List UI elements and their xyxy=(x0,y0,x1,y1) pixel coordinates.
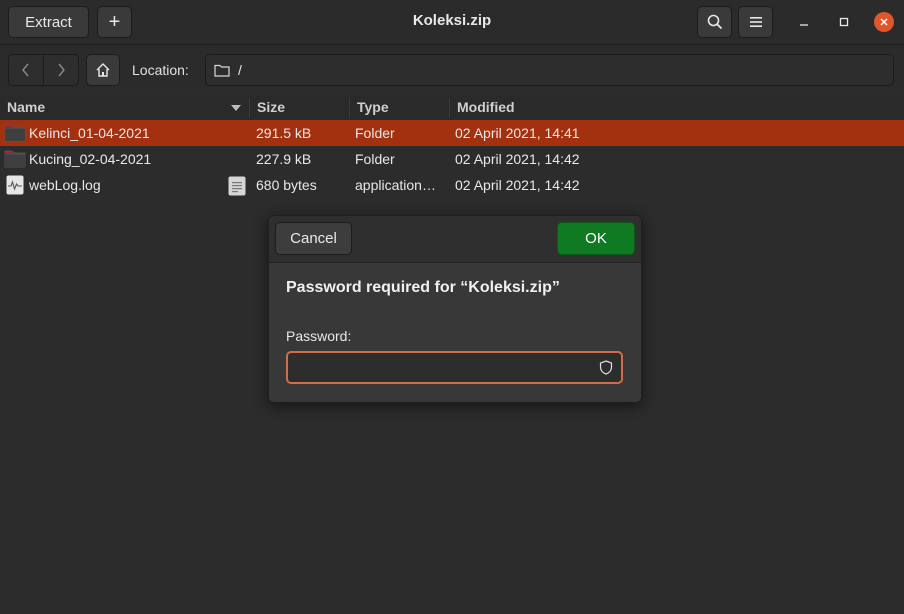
folder-icon xyxy=(4,124,26,142)
add-files-button[interactable]: + xyxy=(97,6,132,38)
home-icon xyxy=(96,63,110,77)
column-header-name[interactable]: Name xyxy=(7,99,45,115)
header-bar: Extract + Koleksi.zip xyxy=(0,0,904,45)
dialog-heading: Password required for “Koleksi.zip” xyxy=(286,279,560,296)
list-item[interactable]: Kelinci_01-04-2021 291.5 kB Folder 02 Ap… xyxy=(0,120,904,146)
location-bar: Location: / xyxy=(0,45,904,95)
folder-icon xyxy=(4,150,26,168)
list-item[interactable]: webLog.log 680 bytes application… 02 Apr… xyxy=(0,172,904,198)
maximize-icon xyxy=(839,17,849,27)
forward-button[interactable] xyxy=(43,54,79,86)
location-field[interactable]: / xyxy=(205,54,894,86)
file-size: 291.5 kB xyxy=(256,125,312,141)
folder-icon xyxy=(214,64,230,77)
column-header-size[interactable]: Size xyxy=(257,99,285,115)
cancel-button[interactable]: Cancel xyxy=(275,222,352,255)
text-document-icon xyxy=(228,176,246,196)
shield-icon[interactable] xyxy=(599,360,613,375)
list-item[interactable]: Kucing_02-04-2021 227.9 kB Folder 02 Apr… xyxy=(0,146,904,172)
back-button[interactable] xyxy=(8,54,44,86)
file-modified: 02 April 2021, 14:42 xyxy=(455,151,580,167)
search-icon xyxy=(707,14,722,30)
file-name: webLog.log xyxy=(29,177,101,193)
minimize-button[interactable] xyxy=(792,10,816,34)
file-name: Kucing_02-04-2021 xyxy=(29,151,152,167)
log-file-icon xyxy=(6,175,24,195)
file-modified: 02 April 2021, 14:42 xyxy=(455,177,580,193)
chevron-left-icon xyxy=(22,63,29,77)
file-type: Folder xyxy=(355,151,395,167)
file-name: Kelinci_01-04-2021 xyxy=(29,125,150,141)
close-icon xyxy=(880,18,888,26)
ok-button[interactable]: OK xyxy=(557,222,635,255)
password-dialog: Cancel OK Password required for “Koleksi… xyxy=(268,215,642,403)
hamburger-menu-icon xyxy=(749,17,762,27)
location-path: / xyxy=(238,62,242,78)
extract-button[interactable]: Extract xyxy=(8,6,89,38)
location-label: Location: xyxy=(132,62,189,78)
sort-descending-icon xyxy=(231,105,241,111)
file-size: 680 bytes xyxy=(256,177,317,193)
search-button[interactable] xyxy=(697,6,732,38)
close-button[interactable] xyxy=(872,10,896,34)
home-button[interactable] xyxy=(86,54,120,86)
password-field[interactable] xyxy=(286,351,623,384)
file-type: Folder xyxy=(355,125,395,141)
minimize-icon xyxy=(800,24,808,26)
column-header-type[interactable]: Type xyxy=(357,99,389,115)
maximize-button[interactable] xyxy=(832,10,856,34)
file-modified: 02 April 2021, 14:41 xyxy=(455,125,580,141)
password-label: Password: xyxy=(286,328,352,344)
column-header-modified[interactable]: Modified xyxy=(457,99,515,115)
column-header-row: Name Size Type Modified xyxy=(0,96,904,121)
menu-button[interactable] xyxy=(738,6,773,38)
file-size: 227.9 kB xyxy=(256,151,312,167)
file-type: application… xyxy=(355,177,436,193)
chevron-right-icon xyxy=(58,63,65,77)
